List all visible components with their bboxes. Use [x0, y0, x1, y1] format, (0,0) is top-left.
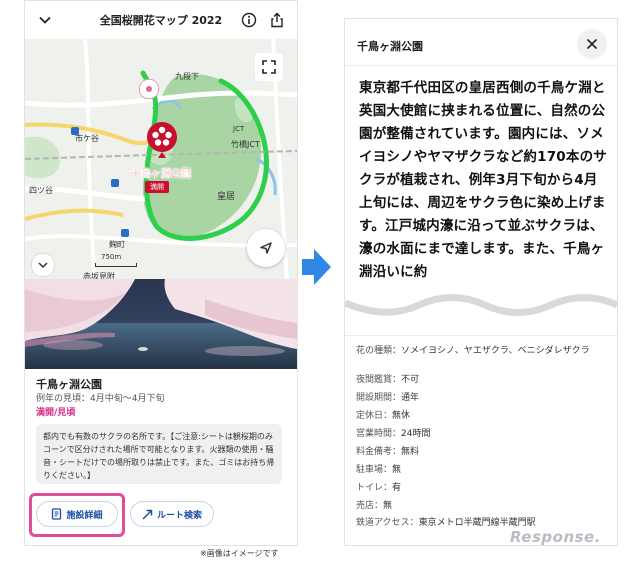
sakura-spot-icon[interactable] [145, 122, 179, 158]
place-label: 九段下 [175, 72, 199, 81]
attribute-row: 開設期間：通年 [356, 392, 606, 405]
attribute-key: 開設期間： [356, 393, 402, 403]
detail-title: 千鳥ヶ淵公園 [357, 40, 423, 53]
highlight-frame [29, 493, 125, 537]
attribute-value: 不可 [401, 375, 420, 385]
station-icon [71, 127, 79, 135]
map-pin-small-icon[interactable] [139, 79, 159, 99]
detail-description: 東京都千代田区の皇居西側の千鳥ケ淵と英国大使館に挟まれる位置に、自然の公園が整備… [359, 80, 607, 280]
attribute-value: 無 [383, 501, 393, 511]
route-search-button[interactable]: ルート検索 [130, 501, 214, 527]
attribute-row: 花の種類：ソメイヨシノ、ヤエザクラ、ベニシダレザクラ [356, 345, 606, 358]
info-icon[interactable] [237, 8, 261, 32]
attribute-value: 通年 [401, 393, 420, 403]
attribute-row: 定休日：無休 [356, 410, 606, 423]
chevron-down-icon[interactable] [33, 8, 57, 32]
spot-period: 例年の見頃：4月中旬～4月下旬 [36, 394, 165, 404]
map-scale: 750m [101, 253, 122, 261]
attribute-value: 無休 [392, 411, 411, 421]
attribute-key: トイレ： [356, 483, 393, 493]
attribute-value: 無料 [401, 447, 420, 457]
image-note: ※画像はイメージです [200, 549, 279, 558]
attribute-row: 夜間鑑賞：不可 [356, 374, 606, 387]
route-arrow-icon [142, 509, 153, 520]
cut-wave [345, 287, 617, 327]
attribute-key: 売店： [356, 501, 384, 511]
place-label: JCT [233, 125, 245, 133]
divider [345, 65, 617, 66]
spot-name: 千鳥ヶ淵公園 [36, 378, 102, 391]
attribute-key: 鉄道アクセス： [356, 518, 419, 528]
app-title: 全国桜開花マップ 2022 [99, 14, 223, 27]
station-icon [111, 179, 119, 187]
attribute-row: 営業時間：24時間 [356, 428, 606, 441]
place-label: 皇居 [217, 192, 236, 202]
status-badge: 満開 [145, 181, 169, 193]
attribute-value: 有 [392, 483, 402, 493]
attribute-value: 東京メトロ半蔵門線半蔵門駅 [418, 518, 536, 528]
place-label: 四ツ谷 [29, 186, 53, 195]
attribute-row: トイレ：有 [356, 482, 606, 495]
share-icon[interactable] [265, 8, 289, 32]
attribute-key: 花の種類： [356, 346, 402, 356]
divider [345, 335, 617, 336]
place-label: 竹橋JCT [231, 140, 260, 149]
attribute-row: 売店：無 [356, 500, 606, 513]
watermark-logo: Response. [510, 528, 601, 546]
attribute-value: 無 [392, 465, 402, 475]
attribute-row: 料金備考：無料 [356, 446, 606, 459]
attribute-key: 料金備考： [356, 447, 402, 457]
place-label: 赤坂見附 [83, 272, 115, 279]
spot-photo [25, 279, 297, 369]
attribute-row: 駐車場：無 [356, 464, 606, 477]
place-label: 麹町 [109, 240, 125, 249]
close-icon[interactable] [577, 29, 607, 59]
arrow-right-icon [302, 247, 332, 287]
attribute-key: 定休日： [356, 411, 393, 421]
station-icon [121, 229, 129, 237]
attribute-value: 24時間 [401, 429, 431, 439]
map-scale-bar [95, 263, 137, 267]
map-view[interactable]: 九段下 市ケ谷 JCT 竹橋JCT 皇居 四ツ谷 麹町 赤坂見附 千鳥ヶ淵公園 … [25, 39, 297, 279]
spot-description: 都内でも有数のサクラの名所です。【ご注意:シートは観桜期のみコーンで区分けされた… [36, 424, 282, 484]
attribute-key: 駐車場： [356, 465, 393, 475]
expand-map-icon[interactable] [255, 53, 283, 81]
route-search-label: ルート検索 [156, 510, 202, 521]
attribute-key: 営業時間： [356, 429, 402, 439]
chevron-down-icon[interactable] [31, 253, 55, 277]
app-header: 全国桜開花マップ 2022 [25, 1, 297, 40]
attribute-key: 夜間鑑賞： [356, 375, 402, 385]
locate-icon[interactable] [247, 229, 285, 267]
map-spot-label: 千鳥ヶ淵公園 [131, 169, 191, 180]
place-label: 市ケ谷 [75, 134, 99, 143]
attribute-value: ソメイヨシノ、ヤエザクラ、ベニシダレザクラ [401, 346, 590, 356]
spot-status: 満開/見頃 [36, 408, 76, 418]
